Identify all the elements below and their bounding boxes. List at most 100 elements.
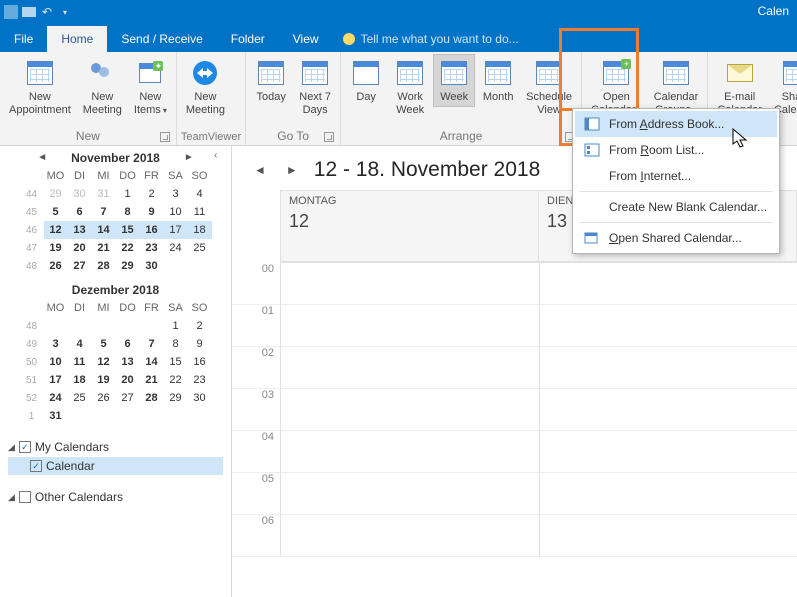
today-button[interactable]: Today [250,54,292,107]
day-button[interactable]: Day [345,54,387,107]
calendar-day[interactable]: 27 [116,389,140,407]
calendar-day[interactable]: 8 [116,203,140,221]
time-slot[interactable] [540,389,797,431]
tab-view[interactable]: View [279,26,333,52]
time-slot[interactable] [540,515,797,557]
work-week-button[interactable]: Work Week [389,54,431,119]
calendar-day[interactable]: 6 [68,203,92,221]
time-slot[interactable] [281,263,539,305]
calendar-day[interactable]: 15 [116,221,140,239]
calendar-day[interactable]: 1 [116,185,140,203]
calendar-day[interactable]: 10 [44,353,68,371]
calendar-day[interactable] [92,317,116,335]
tab-file[interactable]: File [0,26,47,52]
calendar-day[interactable] [164,257,188,275]
calendar-day[interactable]: 19 [92,371,116,389]
calendar-day[interactable]: 22 [164,371,188,389]
time-slot[interactable] [281,347,539,389]
calendar-day[interactable]: 24 [44,389,68,407]
calendar-day[interactable]: 30 [188,389,212,407]
calendar-day[interactable]: 29 [164,389,188,407]
day-column[interactable] [539,263,797,557]
schedule-view-button[interactable]: Schedule View [521,54,577,119]
calendar-day[interactable]: 16 [140,221,164,239]
calendar-day[interactable]: 30 [140,257,164,275]
tab-send-receive[interactable]: Send / Receive [107,26,216,52]
calendar-day[interactable]: 5 [44,203,68,221]
checkbox[interactable] [19,491,31,503]
other-calendars-header[interactable]: ◢ Other Calendars [8,487,223,507]
time-slot[interactable] [281,515,539,557]
calendar-day[interactable]: 15 [164,353,188,371]
calendar-day[interactable]: 8 [164,335,188,353]
calendar-day[interactable]: 22 [116,239,140,257]
calendar-day[interactable]: 18 [68,371,92,389]
qat-dropdown-icon[interactable]: ▾ [58,5,72,19]
mini-calendar[interactable]: MODIMIDOFRSASO44293031123445567891011461… [20,167,212,275]
next-week-button[interactable]: ► [282,159,302,181]
calendar-day[interactable]: 28 [140,389,164,407]
calendar-day[interactable]: 23 [188,371,212,389]
calendar-day[interactable]: 10 [164,203,188,221]
calendar-day[interactable]: 20 [116,371,140,389]
menu-open-shared-calendar[interactable]: Open Shared Calendar... [575,225,777,251]
calendar-day[interactable] [44,317,68,335]
menu-create-blank-calendar[interactable]: Create New Blank Calendar... [575,194,777,220]
tell-me-search[interactable]: Tell me what you want to do... [333,26,529,52]
calendar-day[interactable]: 31 [92,185,116,203]
calendar-day[interactable]: 16 [188,353,212,371]
new-items-button[interactable]: ✦ New Items [129,54,172,119]
calendar-day[interactable]: 25 [68,389,92,407]
calendar-day[interactable]: 12 [92,353,116,371]
send-all-icon[interactable] [22,5,36,19]
calendar-day[interactable]: 29 [116,257,140,275]
calendar-day[interactable]: 5 [92,335,116,353]
day-column-header[interactable]: MONTAG12 [280,190,539,263]
calendar-day[interactable] [140,407,164,425]
calendar-day[interactable] [164,407,188,425]
my-calendars-header[interactable]: ◢ ✓ My Calendars [8,437,223,457]
calendar-day[interactable]: 4 [68,335,92,353]
time-slot[interactable] [540,473,797,515]
week-button[interactable]: Week [433,54,475,107]
time-slot[interactable] [540,305,797,347]
menu-from-address-book[interactable]: From Address Book... [575,111,777,137]
calendar-day[interactable] [140,317,164,335]
time-slot[interactable] [281,473,539,515]
checkbox[interactable]: ✓ [19,441,31,453]
calendar-day[interactable]: 13 [68,221,92,239]
time-slot[interactable] [281,305,539,347]
calendar-day[interactable]: 18 [188,221,212,239]
calendar-day[interactable]: 9 [188,335,212,353]
calendar-day[interactable]: 21 [140,371,164,389]
new-appointment-button[interactable]: New Appointment [4,54,76,119]
calendar-day[interactable]: 2 [188,317,212,335]
calendar-day[interactable]: 17 [44,371,68,389]
tab-home[interactable]: Home [47,26,107,52]
calendar-day[interactable] [68,317,92,335]
time-slot[interactable] [281,431,539,473]
calendar-day[interactable]: 3 [44,335,68,353]
time-slot[interactable] [540,347,797,389]
calendar-day[interactable]: 2 [140,185,164,203]
collapse-sidebar-icon[interactable]: ‹ [214,150,217,161]
calendar-day[interactable]: 26 [92,389,116,407]
calendar-item[interactable]: ✓ Calendar [8,457,223,475]
calendar-day[interactable] [116,317,140,335]
time-slot[interactable] [540,431,797,473]
calendar-day[interactable]: 3 [164,185,188,203]
time-slot[interactable] [540,263,797,305]
calendar-day[interactable]: 30 [68,185,92,203]
calendar-day[interactable]: 24 [164,239,188,257]
calendar-day[interactable]: 7 [92,203,116,221]
calendar-day[interactable]: 11 [68,353,92,371]
checkbox[interactable]: ✓ [30,460,42,472]
calendar-day[interactable]: 13 [116,353,140,371]
day-column[interactable] [280,263,539,557]
dialog-launcher-icon[interactable] [160,132,170,142]
calendar-day[interactable]: 29 [44,185,68,203]
calendar-day[interactable] [188,407,212,425]
new-meeting-button[interactable]: New Meeting [78,54,127,119]
calendar-day[interactable]: 14 [92,221,116,239]
tab-folder[interactable]: Folder [217,26,279,52]
